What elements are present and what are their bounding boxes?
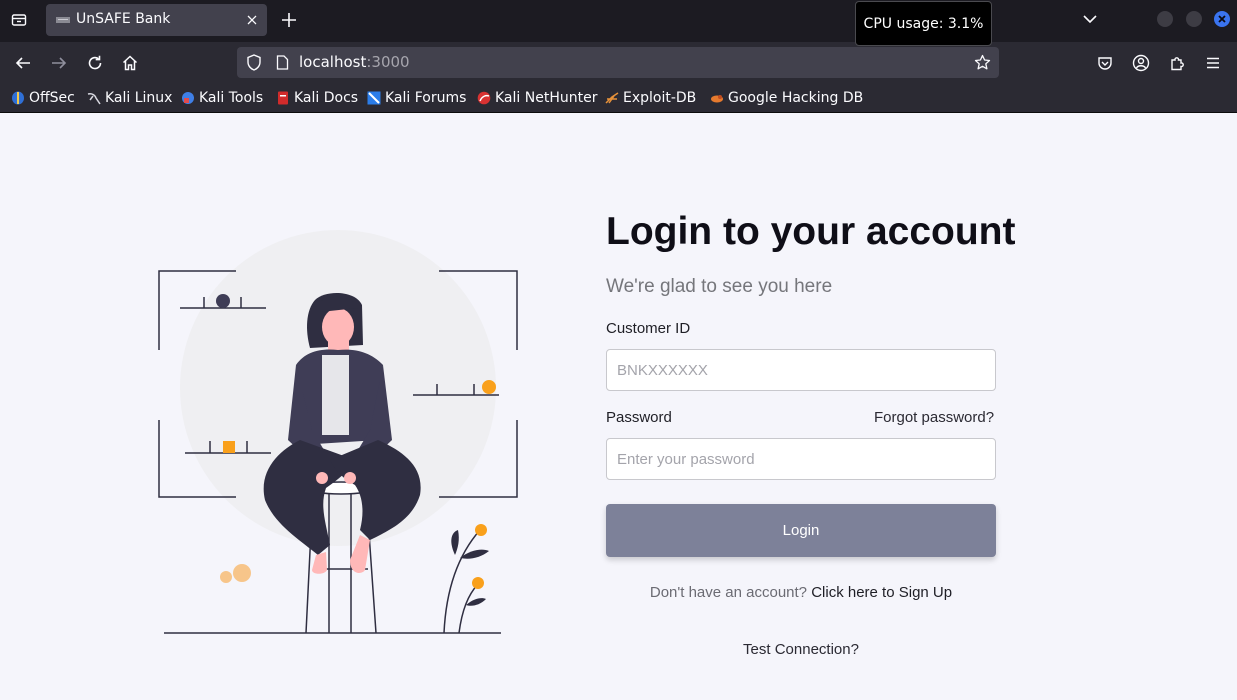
password-input[interactable] — [606, 438, 996, 480]
back-arrow-icon — [15, 57, 30, 69]
bookmark-kali-linux[interactable]: Kali Linux — [87, 89, 172, 107]
bookmark-offsec[interactable]: OffSec — [11, 89, 75, 107]
browser-tab-active[interactable]: UnSAFE Bank — [46, 4, 267, 36]
password-label: Password — [606, 409, 672, 426]
window-minimize-button[interactable] — [1157, 11, 1173, 27]
bookmark-kali-forums[interactable]: Kali Forums — [367, 89, 466, 107]
firefox-view-button[interactable] — [8, 9, 30, 31]
forward-button[interactable] — [49, 53, 69, 73]
firefox-view-icon — [11, 14, 27, 26]
page-info-icon[interactable] — [276, 55, 289, 70]
bookmark-exploit-db[interactable]: Exploit-DB — [605, 89, 696, 107]
bookmark-label: Kali Linux — [105, 90, 173, 106]
pocket-icon — [1098, 57, 1112, 70]
back-button[interactable] — [13, 53, 33, 73]
account-button[interactable] — [1131, 53, 1151, 73]
account-icon — [1132, 54, 1150, 72]
reload-icon — [88, 55, 102, 70]
window-close-button[interactable] — [1214, 11, 1230, 27]
browser-nav-bar: localhost:3000 — [0, 42, 1237, 84]
browser-tab-bar: UnSAFE Bank CPU usage: 3.1% — [0, 0, 1237, 46]
url-host: localhost — [299, 53, 367, 71]
tracking-protection-shield-icon[interactable] — [246, 54, 262, 71]
puzzle-icon — [1170, 56, 1184, 70]
page-title: Login to your account — [606, 210, 1016, 253]
bookmark-label: Kali Docs — [294, 90, 359, 106]
bookmark-kali-docs[interactable]: Kali Docs — [276, 89, 358, 107]
bookmark-star-icon[interactable] — [974, 54, 991, 71]
kali-linux-icon — [87, 93, 101, 105]
login-button[interactable]: Login — [606, 504, 996, 557]
login-illustration — [158, 230, 518, 634]
reload-button[interactable] — [85, 53, 105, 73]
app-menu-button[interactable] — [1203, 53, 1223, 73]
exploit-db-icon — [605, 92, 619, 104]
bookmarks-toolbar: OffSec Kali Linux Kali Tools Kali Docs K… — [0, 84, 1237, 113]
bookmark-label: Kali Forums — [385, 90, 467, 106]
cpu-usage-tooltip: CPU usage: 3.1% — [855, 1, 992, 46]
url-text[interactable]: localhost:3000 — [299, 53, 410, 71]
test-connection-link[interactable]: Test Connection? — [606, 641, 996, 658]
bookmark-google-hacking-db[interactable]: Google Hacking DB — [710, 89, 863, 107]
kali-forums-icon — [367, 91, 381, 105]
url-bar[interactable]: localhost:3000 — [237, 47, 999, 78]
customer-id-input[interactable] — [606, 349, 996, 391]
signup-prompt-line: Don't have an account? Click here to Sig… — [606, 584, 996, 601]
google-hacking-db-icon — [711, 95, 723, 103]
customer-id-label: Customer ID — [606, 320, 691, 337]
extensions-button[interactable] — [1167, 53, 1187, 73]
page-subtitle: We're glad to see you here — [606, 276, 833, 297]
pocket-button[interactable] — [1095, 53, 1115, 73]
forward-arrow-icon — [52, 57, 67, 69]
bookmark-label: Google Hacking DB — [728, 90, 864, 106]
kali-tools-icon — [182, 92, 194, 104]
new-tab-icon[interactable] — [280, 11, 298, 29]
bookmark-kali-tools[interactable]: Kali Tools — [181, 89, 263, 107]
bookmark-label: Kali NetHunter — [495, 90, 598, 106]
hamburger-menu-icon — [1207, 57, 1219, 69]
list-all-tabs-icon[interactable] — [1081, 10, 1099, 28]
tab-favicon-icon — [56, 17, 70, 23]
tab-title: UnSAFE Bank — [76, 11, 171, 27]
forgot-password-link[interactable]: Forgot password? — [874, 409, 994, 426]
bookmark-label: Exploit-DB — [623, 90, 697, 106]
signup-link[interactable]: Click here to Sign Up — [811, 584, 952, 601]
tab-close-icon[interactable] — [244, 12, 260, 28]
kali-nethunter-icon — [477, 91, 491, 105]
kali-docs-icon — [278, 91, 288, 105]
url-port: :3000 — [366, 53, 410, 71]
home-button[interactable] — [120, 53, 140, 73]
home-icon — [122, 55, 138, 71]
bookmark-kali-nethunter[interactable]: Kali NetHunter — [477, 89, 597, 107]
window-maximize-button[interactable] — [1186, 11, 1202, 27]
bookmark-label: OffSec — [29, 90, 75, 106]
bookmark-label: Kali Tools — [199, 90, 264, 106]
close-icon — [1218, 15, 1226, 23]
signup-prompt-text: Don't have an account? — [649, 584, 808, 601]
page-content: Login to your account We're glad to see … — [0, 113, 1237, 700]
offsec-icon — [12, 91, 24, 105]
